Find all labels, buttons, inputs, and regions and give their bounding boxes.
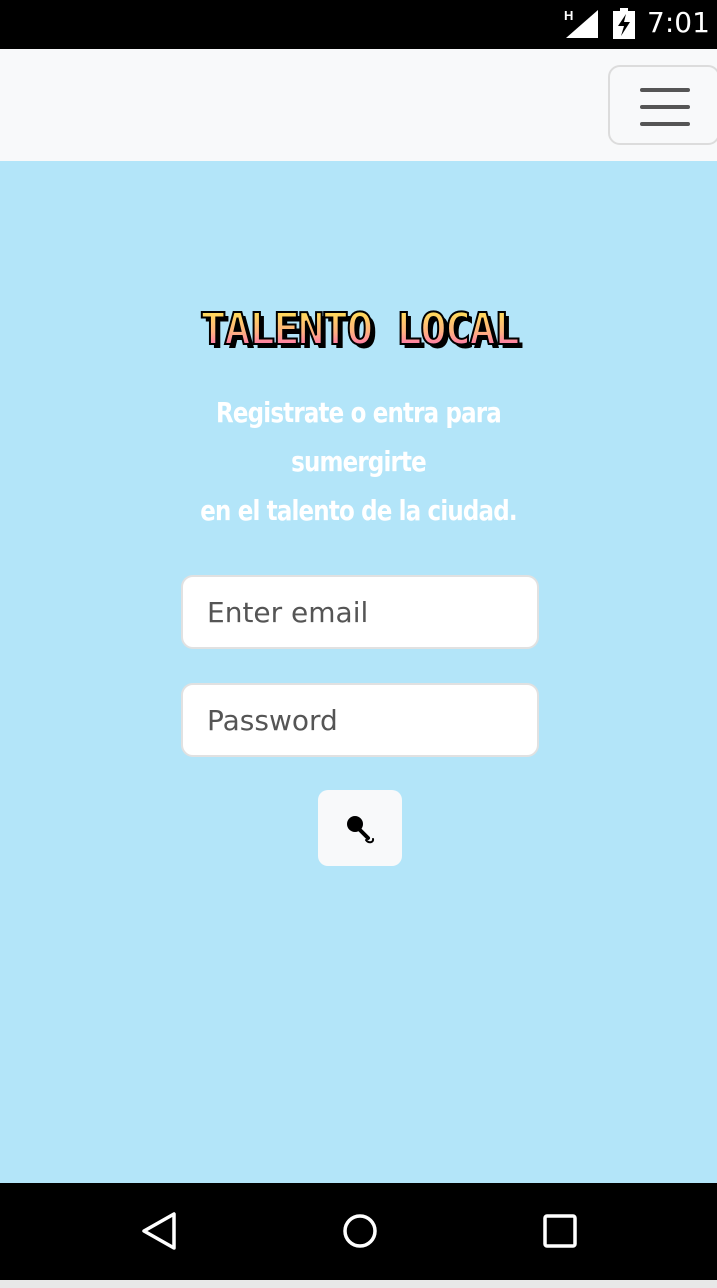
main-content: TALENTO LOCAL TALENTO LOCAL Registrate o… (0, 161, 717, 1183)
password-field[interactable] (181, 683, 539, 757)
bottom-edge (0, 1280, 717, 1288)
top-navbar (0, 49, 717, 161)
back-triangle-icon[interactable] (140, 1211, 180, 1251)
hamburger-icon (640, 88, 690, 126)
tagline-line-1: Registrate o entra para sumergirte (216, 396, 502, 478)
clock: 7:01 (647, 6, 710, 39)
logo-text: TALENTO LOCAL (199, 304, 518, 355)
tagline-line-2: en el talento de la ciudad. (200, 494, 517, 527)
system-navigation-bar (0, 1183, 717, 1280)
talento-local-logo: TALENTO LOCAL TALENTO LOCAL (198, 304, 524, 356)
submit-button[interactable] (318, 790, 402, 866)
microphone-icon (347, 816, 375, 844)
home-circle-icon[interactable] (340, 1211, 380, 1251)
logo: TALENTO LOCAL TALENTO LOCAL (0, 304, 717, 361)
email-field[interactable] (181, 575, 539, 649)
status-bar: H 7:01 (0, 0, 717, 49)
tagline: Registrate o entra para sumergirte en el… (147, 388, 571, 535)
signal-icon (566, 10, 598, 38)
menu-toggle-button[interactable] (608, 65, 717, 145)
battery-charging-icon (613, 8, 635, 39)
recent-square-icon[interactable] (540, 1211, 580, 1251)
